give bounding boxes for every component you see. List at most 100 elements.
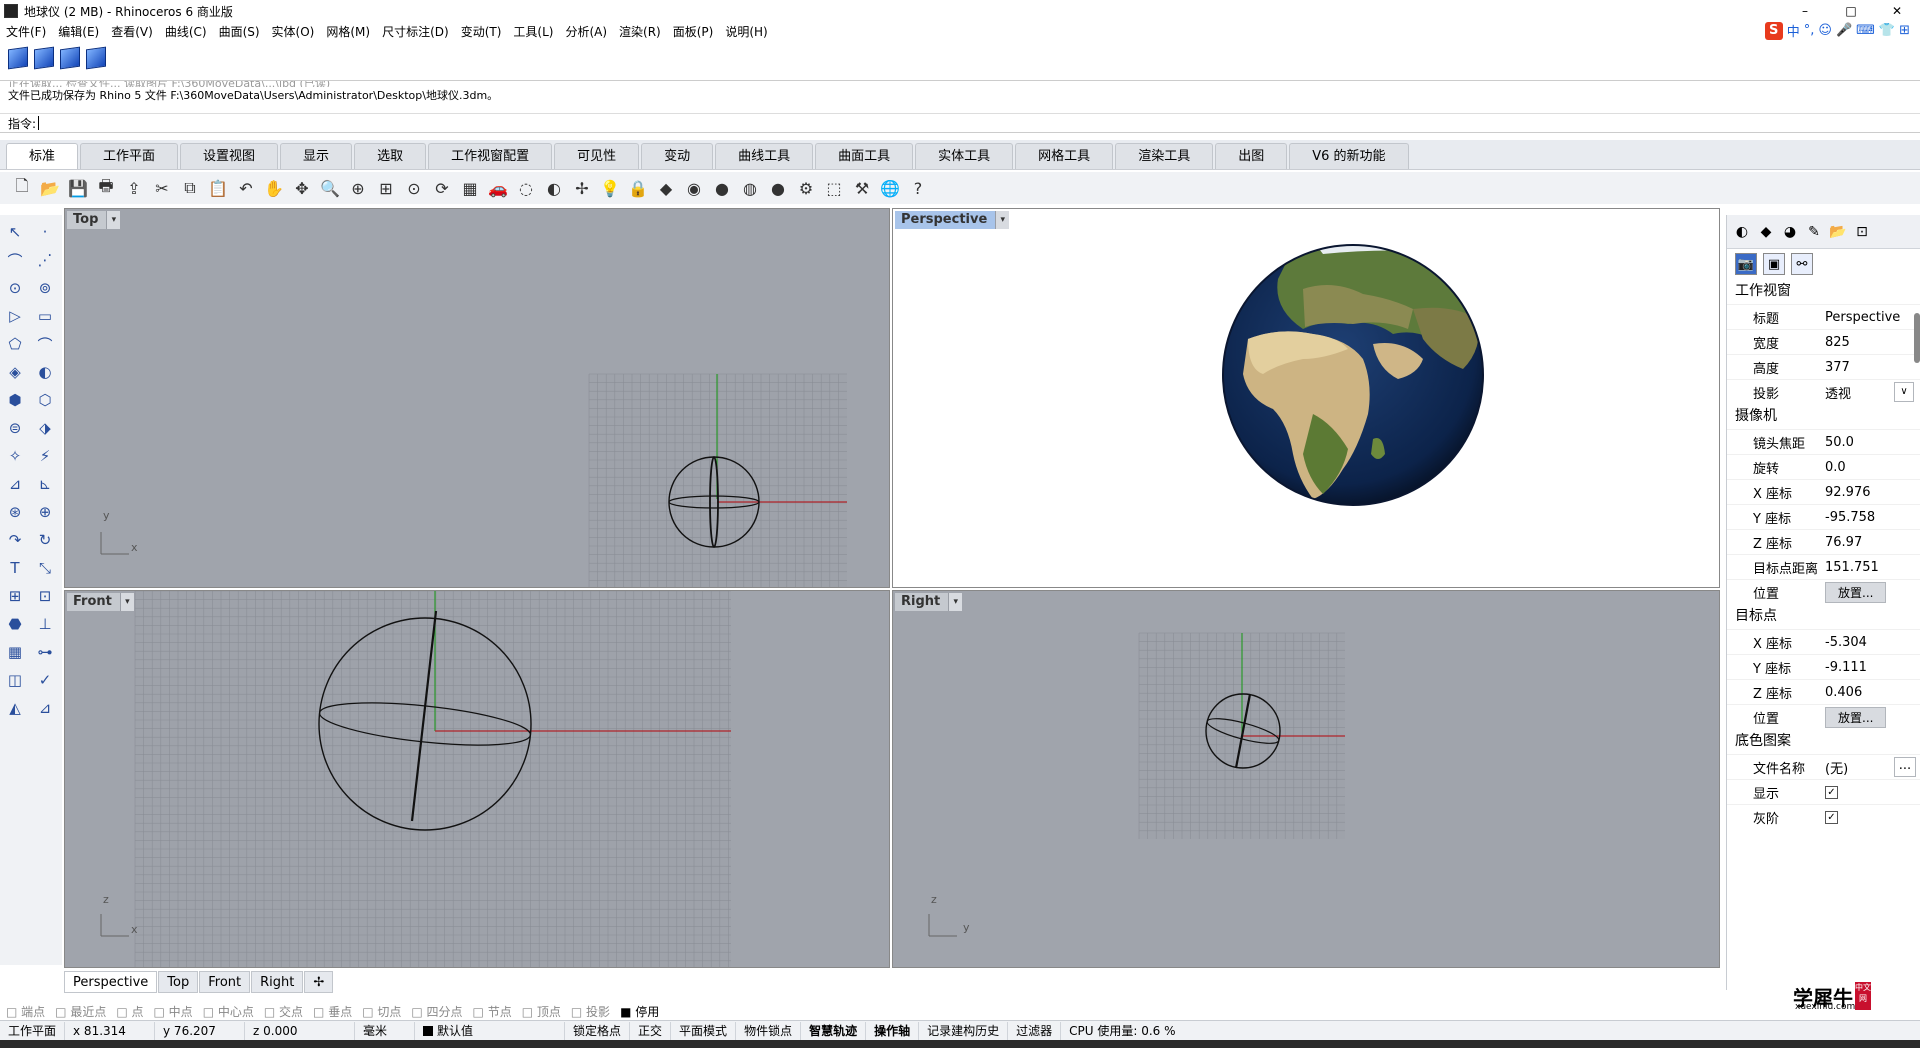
status-toggle[interactable]: 过滤器	[1008, 1021, 1062, 1040]
menu-item[interactable]: 尺寸标注(D)	[376, 22, 455, 42]
car-icon[interactable]: 🚗	[486, 176, 510, 200]
menu-item[interactable]: 编辑(E)	[52, 22, 105, 42]
panel-subtab-icon[interactable]: ▣	[1763, 253, 1785, 275]
lock-icon[interactable]: 🔒	[626, 176, 650, 200]
osnap-checkbox[interactable]: □ 最近点	[55, 1003, 106, 1020]
left-tool-icon[interactable]: ⬢	[2, 387, 28, 413]
property-value[interactable]: 0.0	[1821, 460, 1920, 475]
osnap-checkbox[interactable]: □ 点	[116, 1003, 143, 1020]
tab-14[interactable]: V6 的新功能	[1289, 143, 1409, 169]
save-icon[interactable]: 💾	[66, 176, 90, 200]
left-tool-icon[interactable]: ▦	[2, 639, 28, 665]
viewport-top[interactable]: Top ▾ y x	[64, 208, 890, 588]
left-tool-icon[interactable]: ↷	[2, 527, 28, 553]
ime-keyboard-icon[interactable]: ⌨	[1856, 23, 1875, 38]
left-tool-icon[interactable]: ⊶	[32, 639, 58, 665]
menu-item[interactable]: 分析(A)	[559, 22, 613, 42]
left-tool-icon[interactable]: ⊜	[2, 415, 28, 441]
viewport-front[interactable]: Front ▾ z x	[64, 590, 890, 968]
tab-0[interactable]: 标准	[6, 143, 79, 169]
copy-icon[interactable]: ⧉	[178, 176, 202, 200]
status-toggle[interactable]: 平面模式	[671, 1021, 737, 1040]
panel-tab-icon[interactable]: 📂	[1829, 223, 1847, 241]
ime-skin-icon[interactable]: 👕	[1879, 23, 1895, 38]
status-toggle[interactable]: 智慧轨迹	[801, 1021, 867, 1040]
zoom-icon[interactable]: 🔍	[318, 176, 342, 200]
viewport-perspective[interactable]: Perspective ▾	[892, 208, 1720, 588]
tab-7[interactable]: 变动	[641, 143, 714, 169]
tab-9[interactable]: 曲面工具	[815, 143, 914, 169]
ime-chinese-mode[interactable]: 中	[1787, 21, 1800, 40]
left-tool-icon[interactable]: ⊿	[2, 471, 28, 497]
ime-grid-icon[interactable]: ⊞	[1899, 23, 1910, 38]
property-value[interactable]: 50.0	[1821, 435, 1920, 450]
camera-icon[interactable]: 📷	[1735, 253, 1757, 275]
zoom-extents-icon[interactable]: ⊞	[374, 176, 398, 200]
tab-6[interactable]: 可见性	[554, 143, 640, 169]
properties-icon[interactable]: ✢	[570, 176, 594, 200]
menu-item[interactable]: 面板(P)	[667, 22, 720, 42]
left-tool-icon[interactable]: ◭	[2, 695, 28, 721]
left-tool-icon[interactable]: ⊿	[32, 695, 58, 721]
left-tool-icon[interactable]: ⬗	[32, 415, 58, 441]
viewport-tab[interactable]: Top	[158, 971, 199, 993]
viewport-menu-arrow-icon[interactable]: ▾	[119, 593, 134, 611]
menu-item[interactable]: 曲线(C)	[159, 22, 213, 42]
print-icon[interactable]: 🖶	[94, 176, 118, 200]
osnap-checkbox[interactable]: □ 切点	[362, 1003, 401, 1020]
tools-icon[interactable]: ⚒	[850, 176, 874, 200]
left-tool-icon[interactable]: ⊛	[2, 499, 28, 525]
osnap-checkbox[interactable]: □ 节点	[473, 1003, 512, 1020]
box-icon[interactable]	[34, 46, 54, 70]
viewport-right[interactable]: Right ▾ z y	[892, 590, 1720, 968]
osnap-checkbox[interactable]: □ 四分点	[411, 1003, 462, 1020]
shade-icon[interactable]: ●	[710, 176, 734, 200]
browse-button[interactable]: ...	[1894, 757, 1916, 777]
panel-tab-icon[interactable]: ✎	[1805, 223, 1823, 241]
light-icon[interactable]: 💡	[598, 176, 622, 200]
property-value[interactable]: -5.304	[1821, 635, 1920, 650]
left-tool-icon[interactable]: ◐	[32, 359, 58, 385]
viewport-label-top[interactable]: Top ▾	[67, 211, 121, 229]
ime-emoji-icon[interactable]: ☺	[1818, 23, 1832, 38]
left-tool-icon[interactable]: ⋰	[32, 247, 58, 273]
status-toggle[interactable]: 物件锁点	[736, 1021, 802, 1040]
sphere-icon[interactable]: ●	[766, 176, 790, 200]
left-tool-icon[interactable]: ▭	[32, 303, 58, 329]
left-tool-icon[interactable]: ⊚	[32, 275, 58, 301]
checkbox-checked-icon[interactable]: ✓	[1825, 785, 1838, 799]
property-value[interactable]: 151.751	[1821, 560, 1920, 575]
viewport-tab[interactable]: Right	[251, 971, 304, 993]
tab-11[interactable]: 网格工具	[1015, 143, 1114, 169]
panel-tab-icon[interactable]: ◆	[1757, 223, 1775, 241]
property-value[interactable]: ✓	[1821, 810, 1920, 824]
place-button[interactable]: 放置...	[1825, 706, 1887, 728]
command-line[interactable]: 指令:	[0, 113, 1920, 133]
tab-5[interactable]: 工作视窗配置	[428, 143, 553, 169]
tab-3[interactable]: 显示	[280, 143, 353, 169]
help-icon[interactable]: ?	[906, 176, 930, 200]
menu-item[interactable]: 文件(F)	[0, 22, 52, 42]
box-icon[interactable]	[86, 46, 106, 70]
property-value[interactable]: 825	[1821, 335, 1920, 350]
tab-4[interactable]: 选取	[354, 143, 427, 169]
left-tool-icon[interactable]: ⊙	[2, 275, 28, 301]
left-tool-icon[interactable]: ⊥	[32, 611, 58, 637]
tab-2[interactable]: 设置视图	[180, 143, 279, 169]
property-value[interactable]: -9.111	[1821, 660, 1920, 675]
ime-mic-icon[interactable]: 🎤	[1836, 23, 1852, 38]
left-tool-icon[interactable]: ✓	[32, 667, 58, 693]
checkbox-checked-icon[interactable]: ✓	[1825, 810, 1838, 824]
osnap-checkbox[interactable]: □ 垂点	[313, 1003, 352, 1020]
left-tool-icon[interactable]: ⤡	[32, 555, 58, 581]
left-tool-icon[interactable]: ↻	[32, 527, 58, 553]
property-value[interactable]: Perspective	[1821, 310, 1920, 325]
status-toggle[interactable]: 记录建构历史	[919, 1021, 1009, 1040]
status-toggle[interactable]: 操作轴	[866, 1021, 920, 1040]
menu-item[interactable]: 变动(T)	[455, 22, 508, 42]
osnap-checkbox[interactable]: □ 投影	[571, 1003, 610, 1020]
status-toggle[interactable]: 正交	[630, 1021, 672, 1040]
left-tool-icon[interactable]: ▷	[2, 303, 28, 329]
gear-icon[interactable]: ⚙	[794, 176, 818, 200]
chevron-down-icon[interactable]: ∨	[1894, 382, 1914, 402]
